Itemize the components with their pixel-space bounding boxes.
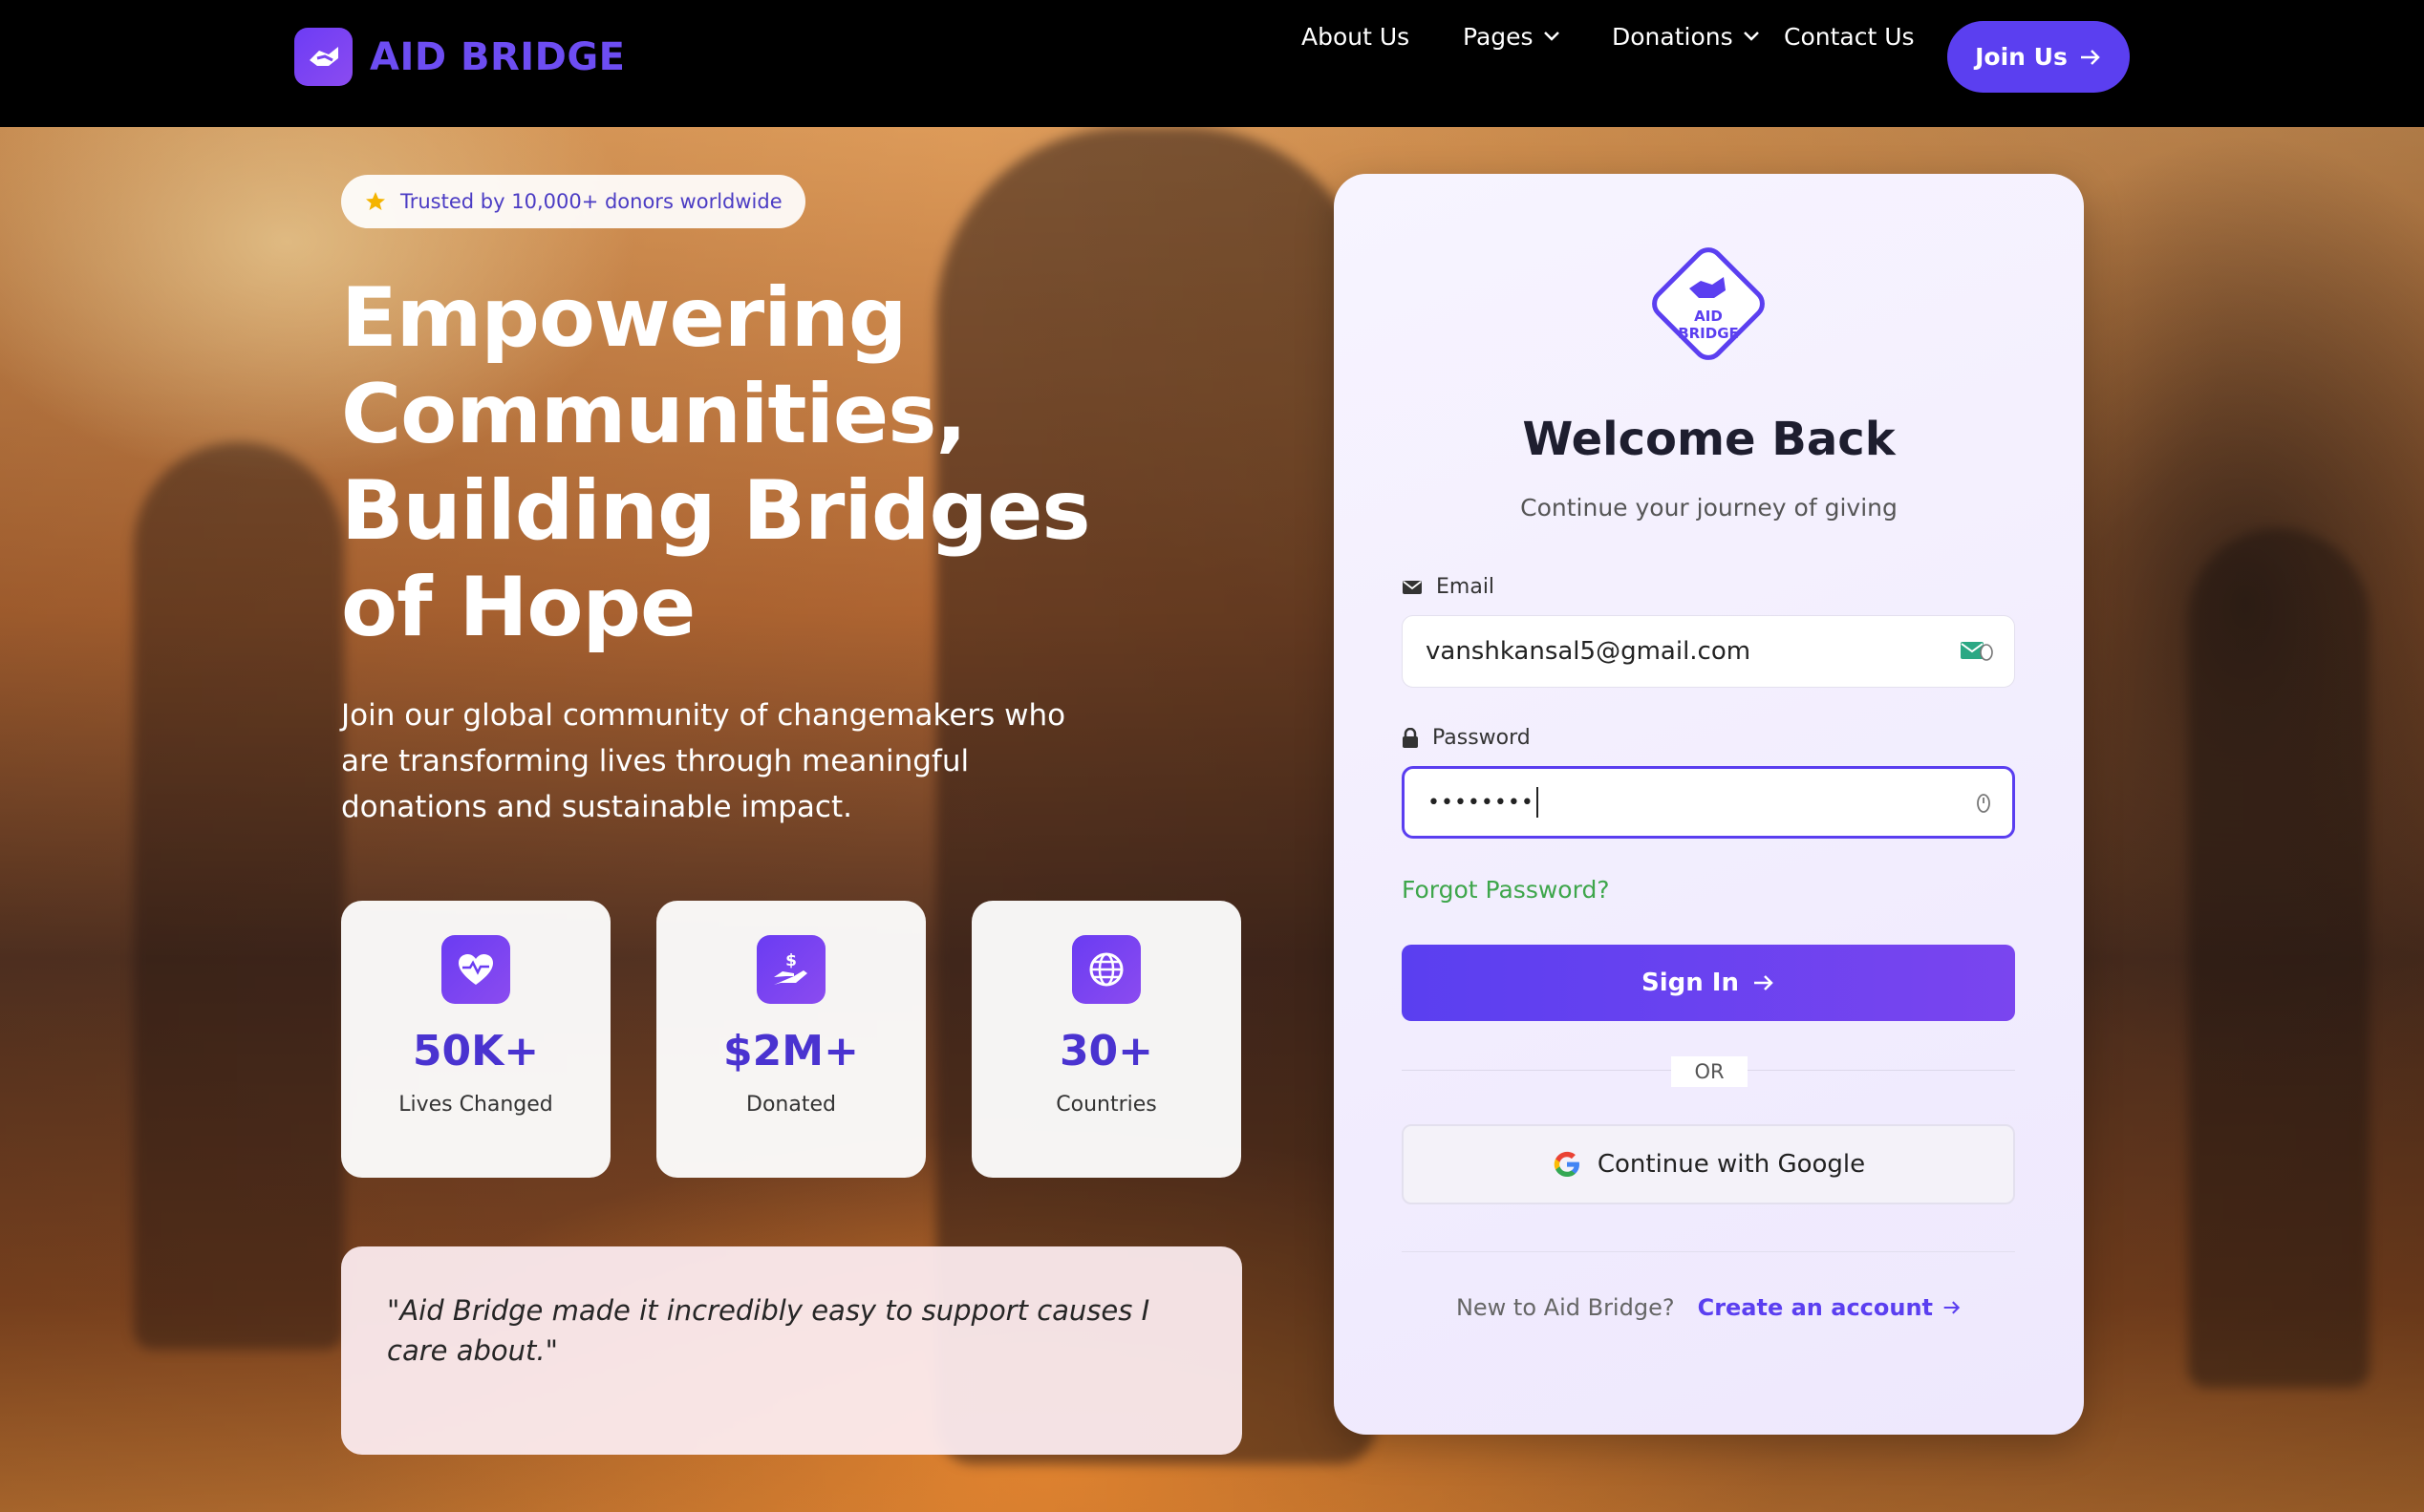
stat-label: Countries	[1056, 1093, 1157, 1117]
text-caret	[1535, 787, 1538, 818]
globe-icon	[1072, 935, 1141, 1004]
stat-value: 50K+	[412, 1027, 540, 1075]
logo-text-bridge: BRIDGE	[1678, 325, 1739, 342]
password-value: ••••••••	[1427, 790, 1534, 815]
forgot-password-link[interactable]: Forgot Password?	[1402, 876, 1610, 904]
email-label: Email	[1402, 575, 1494, 599]
nav-donations-label: Donations	[1612, 22, 1733, 51]
stat-label: Donated	[746, 1093, 836, 1117]
lock-icon	[1403, 727, 1418, 748]
testimonial-card: "Aid Bridge made it incredibly easy to s…	[341, 1246, 1242, 1455]
login-card: AID BRIDGE Welcome Back Continue your jo…	[1334, 174, 2084, 1435]
password-manager-icon[interactable]	[1974, 788, 1993, 817]
chevron-down-icon	[1543, 32, 1559, 41]
password-label: Password	[1402, 726, 1531, 750]
svg-text:$: $	[785, 951, 797, 970]
signup-row: New to Aid Bridge? Create an account	[1334, 1294, 2084, 1321]
envelope-icon	[1403, 580, 1422, 594]
heart-pulse-icon	[441, 935, 510, 1004]
chevron-down-icon	[1743, 32, 1759, 41]
donation-hand-icon: $	[757, 935, 826, 1004]
hero-title: Empowering Communities, Building Bridges…	[341, 270, 1091, 655]
new-user-prompt: New to Aid Bridge?	[1455, 1294, 1675, 1321]
email-value: vanshkansal5@gmail.com	[1426, 637, 1751, 666]
handshake-icon	[294, 28, 353, 86]
sign-in-label: Sign In	[1641, 969, 1739, 997]
brand[interactable]: AID BRIDGE	[294, 28, 626, 86]
google-sign-in-button[interactable]: Continue with Google	[1402, 1124, 2015, 1204]
brand-name: AID BRIDGE	[370, 34, 626, 79]
aid-bridge-logo: AID BRIDGE	[1645, 241, 1771, 367]
stat-card-donated: $ $2M+ Donated	[656, 901, 926, 1178]
create-account-label: Create an account	[1697, 1294, 1934, 1321]
join-us-label: Join Us	[1975, 43, 2068, 71]
sign-in-button[interactable]: Sign In	[1402, 945, 2015, 1021]
nav-about[interactable]: About Us	[1301, 23, 1409, 51]
login-subtitle: Continue your journey of giving	[1520, 494, 1898, 522]
login-title: Welcome Back	[1522, 413, 1896, 466]
testimonial-quote: "Aid Bridge made it incredibly easy to s…	[387, 1294, 1150, 1367]
email-label-text: Email	[1436, 575, 1495, 599]
google-icon	[1554, 1151, 1579, 1177]
stat-value: 30+	[1059, 1027, 1154, 1075]
stat-card-lives: 50K+ Lives Changed	[341, 901, 611, 1178]
or-label: OR	[1671, 1056, 1748, 1087]
nav-pages-label: Pages	[1463, 22, 1534, 51]
stat-label: Lives Changed	[398, 1093, 553, 1117]
card-divider	[1402, 1251, 2015, 1252]
email-field[interactable]: vanshkansal5@gmail.com	[1402, 615, 2015, 688]
trust-badge: Trusted by 10,000+ donors worldwide	[341, 175, 805, 228]
nav-contact-label: Contact Us	[1784, 22, 1915, 51]
navbar: AID BRIDGE About Us Pages Donations Cont…	[0, 0, 2424, 127]
nav-about-label: About Us	[1301, 22, 1410, 51]
stat-card-countries: 30+ Countries	[972, 901, 1241, 1178]
nav-donations[interactable]: Donations	[1612, 23, 1760, 51]
hero-subtitle: Join our global community of changemaker…	[341, 698, 1066, 824]
arrow-right-icon	[2080, 49, 2100, 65]
arrow-right-icon	[1943, 1301, 1961, 1314]
password-label-text: Password	[1432, 726, 1531, 750]
hero-section: Trusted by 10,000+ donors worldwide Empo…	[0, 127, 2424, 1512]
arrow-right-icon	[1754, 975, 1773, 990]
stat-value: $2M+	[723, 1027, 859, 1075]
star-icon	[366, 192, 385, 210]
trust-badge-text: Trusted by 10,000+ donors worldwide	[400, 190, 783, 213]
google-button-label: Continue with Google	[1597, 1150, 1866, 1179]
logo-text-aid: AID	[1694, 308, 1723, 325]
autofill-icon[interactable]	[1959, 637, 1995, 666]
nav-pages[interactable]: Pages	[1463, 23, 1560, 51]
create-account-link[interactable]: Create an account	[1698, 1294, 1962, 1321]
join-us-button[interactable]: Join Us	[1947, 21, 2130, 93]
password-field[interactable]: ••••••••	[1402, 766, 2015, 839]
nav-contact[interactable]: Contact Us	[1784, 23, 1915, 51]
